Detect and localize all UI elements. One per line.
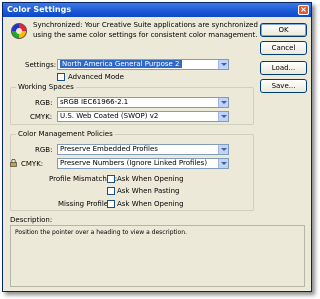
chevron-down-icon (218, 60, 228, 69)
sync-message: Synchronized: Your Creative Suite applic… (33, 21, 258, 39)
description-text: Position the pointer over a heading to v… (15, 229, 187, 236)
policy-rgb-label: RGB: (35, 146, 53, 154)
policies-title: Color Management Policies (16, 130, 115, 139)
policy-cmyk-value: Preserve Numbers (Ignore Linked Profiles… (60, 159, 208, 167)
settings-label: Settings: (25, 61, 57, 69)
chevron-down-icon (218, 145, 228, 154)
missing-ask-when-opening-checkbox[interactable] (107, 200, 115, 208)
policy-cmyk-dropdown[interactable]: Preserve Numbers (Ignore Linked Profiles… (57, 158, 229, 169)
working-rgb-dropdown[interactable]: sRGB IEC61966-2.1 (57, 97, 229, 108)
lock-icon (10, 159, 17, 167)
description-label: Description: (10, 216, 53, 224)
color-sync-icon (11, 23, 27, 39)
title-bar[interactable]: Color Settings × (3, 3, 311, 17)
color-settings-dialog: Color Settings × Synchronized: Your Crea… (2, 2, 312, 292)
ask-when-opening-checkbox[interactable] (107, 175, 115, 183)
missing-profiles-label: Missing Profiles: (58, 200, 115, 208)
save-button[interactable]: Save... (260, 79, 307, 93)
working-spaces-title: Working Spaces (16, 83, 76, 92)
advanced-mode-label: Advanced Mode (68, 73, 124, 81)
ask-when-pasting-label: Ask When Pasting (117, 187, 180, 195)
advanced-mode-checkbox[interactable] (57, 73, 65, 81)
settings-value: North America General Purpose 2 (60, 60, 182, 68)
ok-button[interactable]: OK (260, 23, 307, 37)
working-rgb-label: RGB: (35, 99, 53, 107)
policy-cmyk-label: CMYK: (21, 160, 44, 168)
missing-ask-when-opening-label: Ask When Opening (117, 200, 184, 208)
load-button[interactable]: Load... (260, 61, 307, 75)
working-cmyk-value: U.S. Web Coated (SWOP) v2 (60, 112, 159, 120)
working-cmyk-dropdown[interactable]: U.S. Web Coated (SWOP) v2 (57, 111, 229, 122)
description-box: Position the pointer over a heading to v… (10, 225, 305, 287)
ask-when-opening-label: Ask When Opening (117, 175, 184, 183)
chevron-down-icon (218, 159, 228, 168)
close-icon[interactable]: × (298, 5, 309, 15)
ask-when-pasting-checkbox[interactable] (107, 187, 115, 195)
chevron-down-icon (218, 112, 228, 121)
working-cmyk-label: CMYK: (30, 113, 53, 121)
policy-rgb-value: Preserve Embedded Profiles (60, 145, 158, 153)
window-title: Color Settings (7, 5, 72, 14)
chevron-down-icon (218, 98, 228, 107)
working-rgb-value: sRGB IEC61966-2.1 (60, 98, 129, 106)
settings-dropdown[interactable]: North America General Purpose 2 (57, 59, 229, 70)
cancel-button[interactable]: Cancel (260, 41, 307, 55)
policy-rgb-dropdown[interactable]: Preserve Embedded Profiles (57, 144, 229, 155)
